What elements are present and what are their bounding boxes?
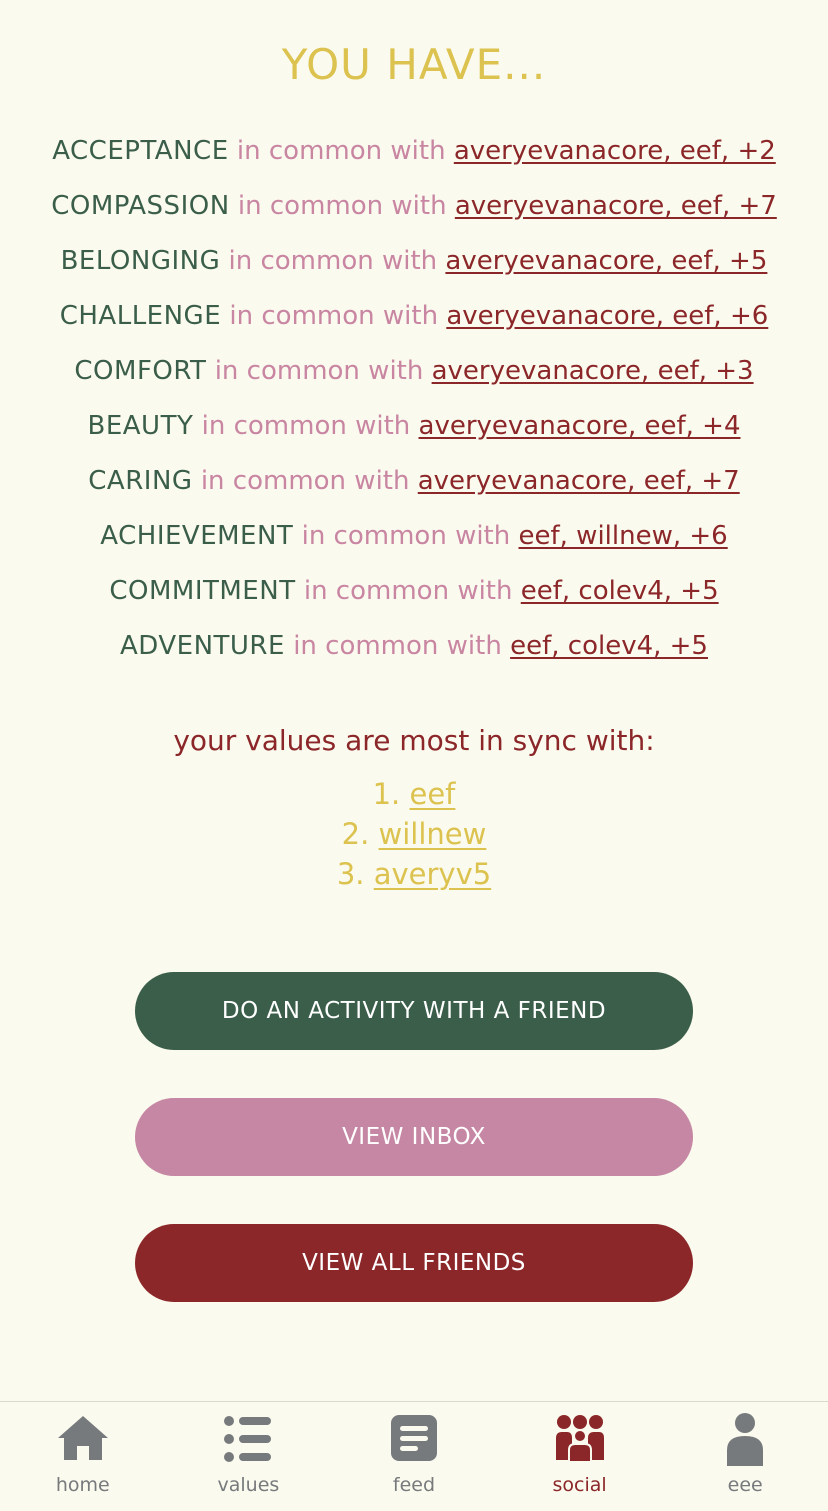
- value-name: COMMITMENT: [109, 576, 296, 606]
- common-friends-link[interactable]: averyevanacore, eef, +3: [432, 356, 754, 386]
- common-friends-link[interactable]: averyevanacore, eef, +2: [454, 136, 776, 166]
- common-value-row: BEAUTY in common with averyevanacore, ee…: [0, 406, 828, 461]
- sync-list-item: 1. eef: [0, 774, 828, 814]
- page-title: YOU HAVE...: [281, 40, 547, 89]
- in-common-text: in common with: [236, 136, 446, 166]
- feed-icon: [390, 1415, 437, 1461]
- common-value-row: COMFORT in common with averyevanacore, e…: [0, 351, 828, 406]
- social-page: YOU HAVE... ACCEPTANCE in common with av…: [0, 0, 828, 1511]
- list-icon: [224, 1416, 272, 1462]
- in-common-text: in common with: [237, 191, 447, 221]
- common-friends-link[interactable]: eef, willnew, +6: [519, 521, 728, 551]
- common-value-row: ADVENTURE in common with eef, colev4, +5: [0, 626, 828, 681]
- sync-list-item: 3. averyv5: [0, 854, 828, 894]
- in-common-text: in common with: [201, 411, 411, 441]
- sync-rank: 2.: [341, 817, 370, 851]
- value-name: CHALLENGE: [59, 301, 222, 331]
- nav-item-values[interactable]: values: [166, 1402, 332, 1511]
- value-name: CARING: [88, 466, 193, 496]
- sync-friend-link[interactable]: eef: [409, 777, 455, 811]
- common-friends-link[interactable]: averyevanacore, eef, +5: [445, 246, 767, 276]
- sync-friend-link[interactable]: averyv5: [374, 857, 491, 891]
- common-friends-link[interactable]: averyevanacore, eef, +4: [419, 411, 741, 441]
- sync-list-item: 2. willnew: [0, 814, 828, 854]
- nav-item-feed[interactable]: feed: [331, 1402, 497, 1511]
- common-friends-link[interactable]: averyevanacore, eef, +7: [455, 191, 777, 221]
- sync-friend-link[interactable]: willnew: [379, 817, 487, 851]
- in-common-text: in common with: [200, 466, 410, 496]
- common-friends-link[interactable]: eef, colev4, +5: [510, 631, 708, 661]
- value-name: BELONGING: [60, 246, 221, 276]
- in-common-text: in common with: [229, 301, 439, 331]
- group-icon: [555, 1415, 604, 1463]
- nav-item-social[interactable]: social: [497, 1402, 663, 1511]
- activity-with-friend-button[interactable]: DO AN ACTIVITY WITH A FRIEND: [135, 972, 693, 1050]
- person-icon: [727, 1413, 764, 1466]
- common-friends-link[interactable]: eef, colev4, +5: [521, 576, 719, 606]
- common-value-row: CARING in common with averyevanacore, ee…: [0, 461, 828, 516]
- home-icon: [57, 1416, 108, 1460]
- nav-item-profile[interactable]: eee: [662, 1402, 828, 1511]
- view-inbox-button[interactable]: VIEW INBOX: [135, 1098, 693, 1176]
- nav-label: feed: [392, 1474, 436, 1496]
- in-common-text: in common with: [228, 246, 438, 276]
- view-all-friends-button[interactable]: VIEW ALL FRIENDS: [135, 1224, 693, 1302]
- value-name: ACCEPTANCE: [52, 136, 229, 166]
- in-common-text: in common with: [293, 631, 502, 661]
- common-value-row: BELONGING in common with averyevanacore,…: [0, 241, 828, 296]
- common-value-row: COMMITMENT in common with eef, colev4, +…: [0, 571, 828, 626]
- common-friends-link[interactable]: averyevanacore, eef, +6: [446, 301, 768, 331]
- common-value-row: COMPASSION in common with averyevanacore…: [0, 186, 828, 241]
- nav-item-home[interactable]: home: [0, 1402, 166, 1511]
- common-value-row: CHALLENGE in common with averyevanacore,…: [0, 296, 828, 351]
- in-common-text: in common with: [303, 576, 513, 606]
- nav-label: values: [217, 1474, 280, 1496]
- in-common-text: in common with: [214, 356, 424, 386]
- value-name: ACHIEVEMENT: [100, 521, 294, 551]
- in-common-text: in common with: [301, 521, 511, 551]
- value-name: COMFORT: [74, 356, 207, 386]
- sync-heading: your values are most in sync with:: [173, 724, 655, 757]
- value-name: BEAUTY: [87, 411, 194, 441]
- sync-rank: 1.: [372, 777, 401, 811]
- nav-label: social: [552, 1474, 607, 1496]
- sync-rank: 3.: [336, 857, 365, 891]
- nav-label: home: [55, 1474, 110, 1496]
- common-values-list: ACCEPTANCE in common with averyevanacore…: [0, 131, 828, 681]
- value-name: COMPASSION: [51, 191, 230, 221]
- common-value-row: ACCEPTANCE in common with averyevanacore…: [0, 131, 828, 186]
- bottom-nav: home values feed social eee: [0, 1401, 828, 1511]
- value-name: ADVENTURE: [120, 631, 285, 661]
- nav-label: eee: [727, 1474, 763, 1496]
- sync-list: 1. eef 2. willnew 3. averyv5: [0, 774, 828, 894]
- common-friends-link[interactable]: averyevanacore, eef, +7: [418, 466, 740, 496]
- common-value-row: ACHIEVEMENT in common with eef, willnew,…: [0, 516, 828, 571]
